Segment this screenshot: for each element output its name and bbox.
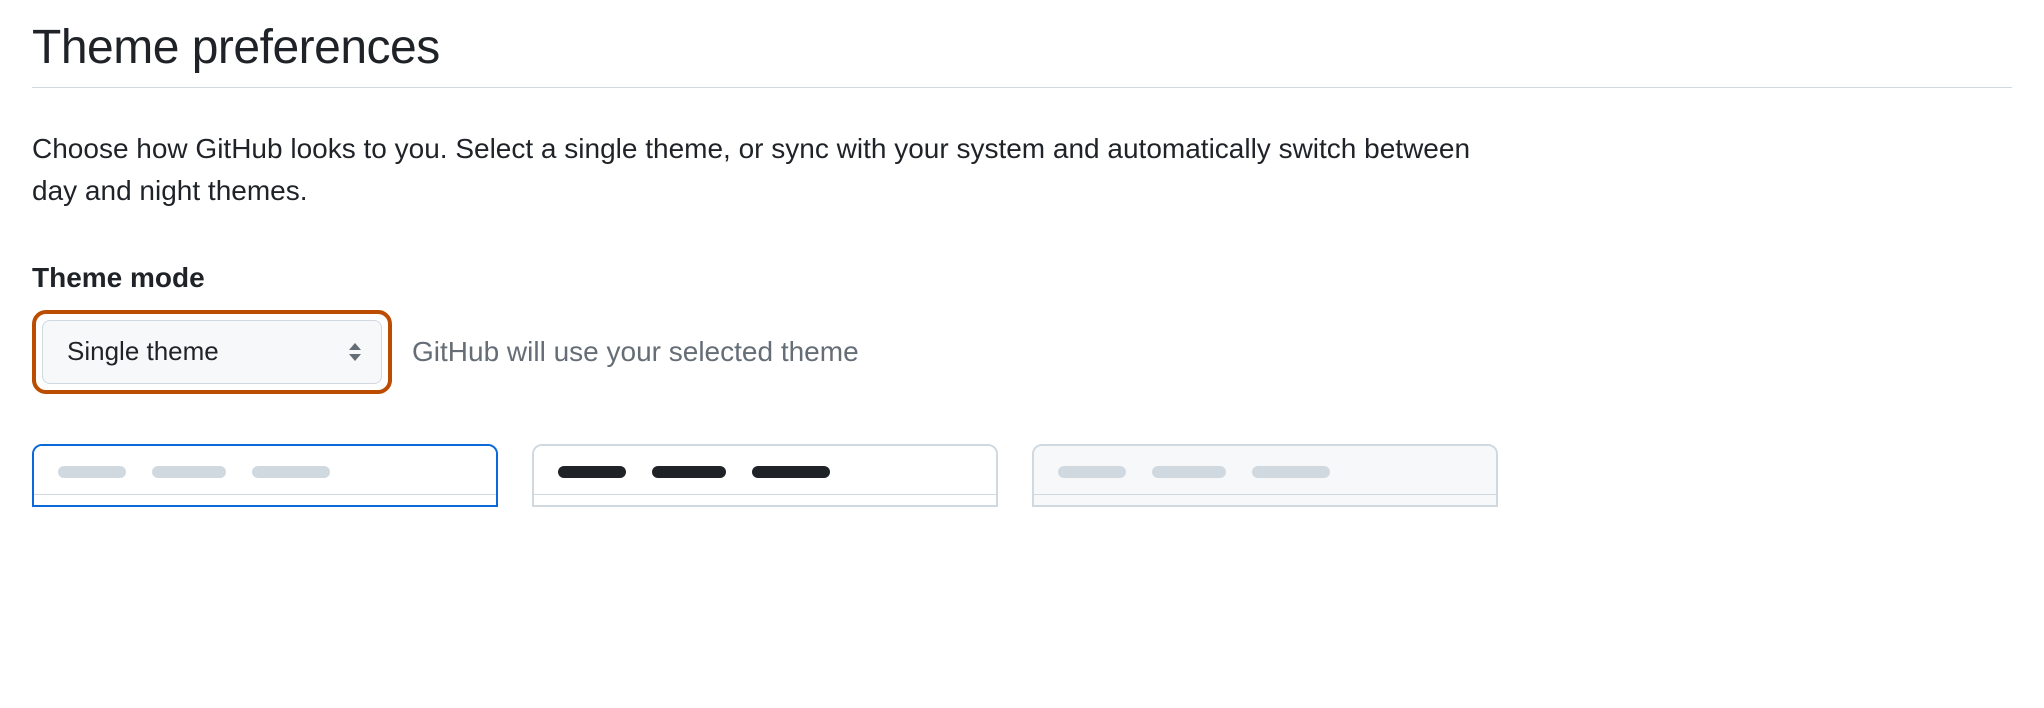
preview-pill: [558, 466, 626, 478]
preview-pill: [152, 466, 226, 478]
theme-mode-label: Theme mode: [32, 262, 2012, 294]
theme-mode-select-highlight: Single theme: [32, 310, 392, 394]
theme-card-light-default[interactable]: [32, 444, 498, 507]
theme-cards-container: [32, 444, 2012, 507]
preview-pill: [752, 466, 830, 478]
theme-mode-helper: GitHub will use your selected theme: [412, 336, 859, 368]
theme-card-header: [34, 446, 496, 495]
preview-pill: [1058, 466, 1126, 478]
preview-pill: [652, 466, 726, 478]
page-title: Theme preferences: [32, 20, 2012, 75]
preview-pill: [1252, 466, 1330, 478]
preview-pill: [1152, 466, 1226, 478]
theme-card-light-dimmed[interactable]: [1032, 444, 1498, 507]
theme-card-body: [34, 495, 496, 505]
theme-mode-select[interactable]: Single theme: [42, 320, 382, 384]
theme-card-header: [1034, 446, 1496, 495]
preview-pill: [252, 466, 330, 478]
theme-card-header: [534, 446, 996, 495]
theme-card-body: [534, 495, 996, 505]
title-divider: [32, 87, 2012, 88]
theme-mode-row: Single theme GitHub will use your select…: [32, 310, 2012, 394]
theme-mode-select-wrapper: Single theme: [42, 320, 382, 384]
page-description: Choose how GitHub looks to you. Select a…: [32, 128, 1492, 212]
preview-pill: [58, 466, 126, 478]
theme-card-body: [1034, 495, 1496, 505]
theme-card-dark-default[interactable]: [532, 444, 998, 507]
